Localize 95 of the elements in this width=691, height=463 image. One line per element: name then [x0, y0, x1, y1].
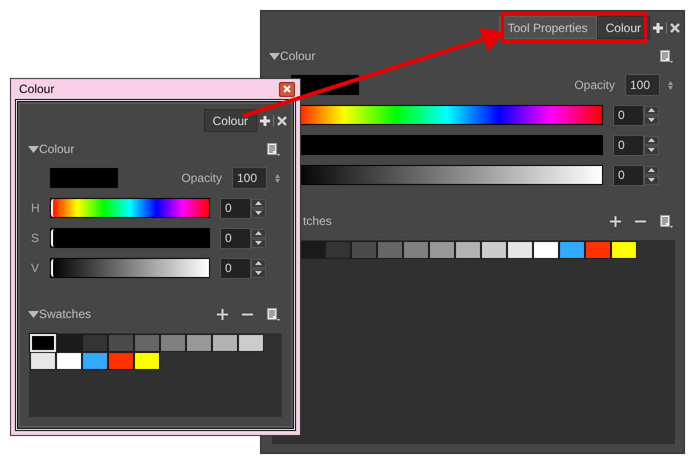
- swatch[interactable]: [351, 241, 377, 259]
- value-field[interactable]: 0: [220, 198, 251, 218]
- decrement-button[interactable]: [644, 176, 659, 184]
- increment-button[interactable]: [251, 198, 266, 208]
- tab[interactable]: Colour: [596, 16, 650, 39]
- swatch[interactable]: [186, 334, 212, 352]
- collapse-triangle-icon[interactable]: [269, 52, 280, 60]
- swatch[interactable]: [481, 241, 507, 259]
- decrement-button[interactable]: [644, 116, 659, 124]
- down-arrow-icon: [648, 148, 655, 152]
- opacity-label: Opacity: [574, 77, 615, 94]
- swatch[interactable]: [299, 241, 325, 259]
- opacity-field[interactable]: 100: [232, 167, 267, 189]
- decrement-button[interactable]: [251, 268, 266, 278]
- menu-icon[interactable]: [660, 50, 673, 62]
- swatch[interactable]: [429, 241, 455, 259]
- down-arrow-icon: [648, 178, 655, 182]
- swatch[interactable]: [56, 352, 82, 370]
- slider-thumb[interactable]: [51, 199, 54, 217]
- tab[interactable]: Tool Properties: [498, 16, 597, 39]
- up-arrow-icon: [255, 201, 262, 205]
- increment-button[interactable]: [644, 106, 659, 114]
- up-arrow-icon: [255, 231, 262, 235]
- close-icon[interactable]: [670, 23, 680, 33]
- swatch[interactable]: [134, 352, 160, 370]
- swatch[interactable]: [325, 241, 351, 259]
- menu-icon[interactable]: [660, 214, 673, 228]
- opacity-field[interactable]: 100: [625, 74, 660, 96]
- down-arrow-icon: [255, 241, 262, 245]
- section-title: tches: [303, 213, 333, 230]
- close-icon[interactable]: [277, 116, 287, 126]
- value-field[interactable]: 0: [613, 134, 644, 156]
- up-arrow-icon: [648, 138, 655, 142]
- channel-label: S: [30, 231, 40, 245]
- slider-thumb[interactable]: [51, 229, 54, 247]
- down-arrow-icon: [255, 271, 262, 275]
- swatch[interactable]: [108, 352, 134, 370]
- plus-icon[interactable]: [653, 23, 663, 33]
- swatch[interactable]: [82, 352, 108, 370]
- up-arrow-icon: [648, 108, 655, 112]
- window-title: Colour: [19, 81, 54, 98]
- colour-preview: [50, 168, 118, 188]
- down-arrow-icon: [255, 211, 262, 215]
- swatch[interactable]: [507, 241, 533, 259]
- swatch[interactable]: [377, 241, 403, 259]
- decrement-button[interactable]: [251, 208, 266, 218]
- swatch[interactable]: [585, 241, 611, 259]
- channel-label: V: [30, 261, 40, 275]
- collapse-triangle-icon[interactable]: [28, 310, 39, 318]
- down-arrow-icon: [648, 118, 655, 122]
- menu-icon[interactable]: [267, 308, 280, 320]
- swatch[interactable]: [533, 241, 559, 259]
- close-button[interactable]: [279, 82, 295, 96]
- section-title: Colour: [39, 141, 76, 158]
- up-arrow-icon: [255, 261, 262, 265]
- up-arrow-icon: [648, 168, 655, 172]
- tab[interactable]: Colour: [204, 109, 257, 132]
- stepper-icon[interactable]: [668, 80, 673, 90]
- increment-button[interactable]: [251, 258, 266, 268]
- swatch[interactable]: [160, 334, 186, 352]
- increment-button[interactable]: [251, 228, 266, 238]
- stepper-icon[interactable]: [275, 174, 280, 182]
- section-title: Swatches: [39, 306, 92, 323]
- swatch[interactable]: [455, 241, 481, 259]
- swatch[interactable]: [30, 352, 56, 370]
- swatch[interactable]: [611, 241, 637, 259]
- swatch[interactable]: [134, 334, 160, 352]
- swatch[interactable]: [82, 334, 108, 352]
- swatch[interactable]: [403, 241, 429, 259]
- increment-button[interactable]: [644, 136, 659, 144]
- section-title: Colour: [280, 48, 316, 65]
- slider-thumb[interactable]: [51, 259, 54, 277]
- plus-icon[interactable]: [217, 308, 228, 320]
- channel-label: H: [30, 201, 40, 215]
- plus-icon[interactable]: [260, 116, 270, 126]
- value-field[interactable]: 0: [220, 228, 251, 248]
- swatch[interactable]: [212, 334, 238, 352]
- opacity-label: Opacity: [181, 170, 222, 187]
- swatch[interactable]: [238, 334, 264, 352]
- swatch[interactable]: [559, 241, 585, 259]
- value-field[interactable]: 0: [220, 258, 251, 278]
- close-icon: [283, 85, 291, 93]
- decrement-button[interactable]: [251, 238, 266, 248]
- colour-slider[interactable]: [50, 198, 210, 218]
- colour-slider[interactable]: [50, 228, 210, 248]
- swatch[interactable]: [56, 334, 82, 352]
- increment-button[interactable]: [644, 166, 659, 174]
- plus-icon[interactable]: [610, 216, 621, 226]
- value-field[interactable]: 0: [613, 104, 644, 126]
- collapse-triangle-icon[interactable]: [28, 146, 39, 152]
- menu-icon[interactable]: [267, 142, 280, 156]
- colour-slider[interactable]: [50, 258, 210, 278]
- decrement-button[interactable]: [644, 146, 659, 154]
- swatch[interactable]: [108, 334, 134, 352]
- value-field[interactable]: 0: [613, 164, 644, 186]
